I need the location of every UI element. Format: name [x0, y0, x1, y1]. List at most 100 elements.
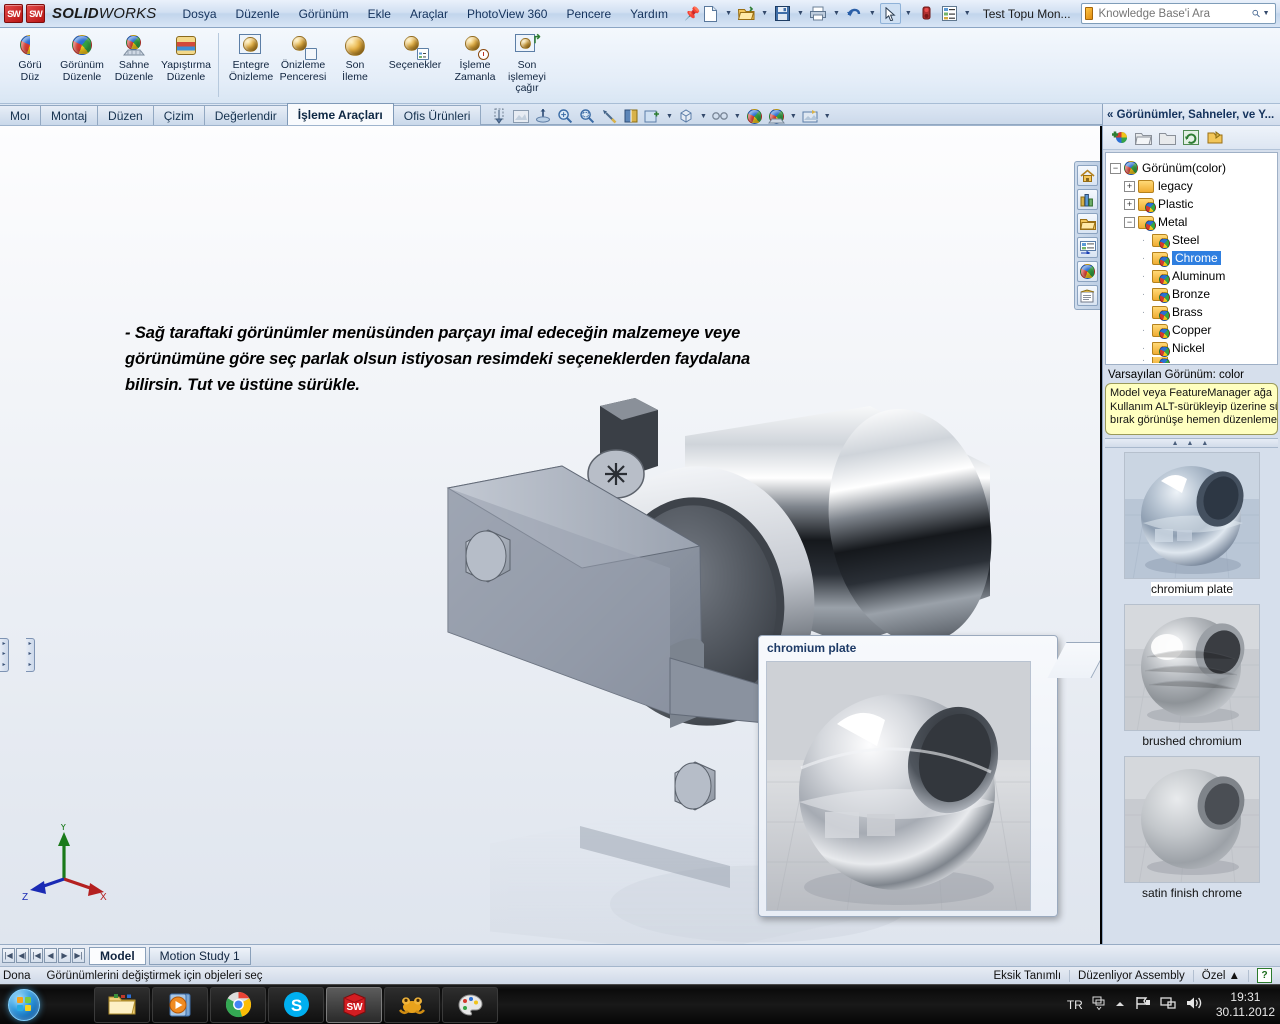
hide-show-icon[interactable]	[710, 106, 731, 126]
menu-araclar[interactable]: Araçlar	[401, 3, 457, 25]
next-folder-icon[interactable]	[1206, 129, 1224, 147]
tree-node-aluminum[interactable]: · Aluminum	[1110, 267, 1277, 285]
tab-ofis-urunleri[interactable]: Ofis Ürünleri	[392, 105, 482, 125]
search-input[interactable]	[1093, 7, 1253, 20]
refresh-icon[interactable]	[1182, 129, 1200, 147]
flyout-tab-2[interactable]: ▸ ▸ ▸	[26, 638, 35, 672]
network-icon[interactable]	[1160, 996, 1177, 1013]
section-view-icon[interactable]	[488, 106, 509, 126]
tree-node-partial[interactable]: ·	[1110, 357, 1277, 363]
nav-prev-button[interactable]: |◀	[30, 948, 43, 963]
paint-icon[interactable]	[442, 986, 498, 1023]
ribbon-edit-appearance-button[interactable]: Görü Düz	[4, 31, 56, 83]
save-icon[interactable]	[772, 3, 793, 24]
tab-duzen[interactable]: Düzen	[97, 105, 154, 125]
undo-caret[interactable]: ▼	[867, 10, 878, 17]
nav-last-button[interactable]: ▶|	[72, 948, 85, 963]
language-indicator[interactable]: TR	[1067, 998, 1083, 1012]
appearance-swatch-list[interactable]: chromium plate brushed chromium satin fi…	[1103, 450, 1280, 944]
print-caret[interactable]: ▼	[831, 10, 842, 17]
tree-node-chrome[interactable]: · Chrome	[1110, 249, 1277, 267]
search-caret[interactable]: ▼	[1261, 10, 1272, 17]
file-explorer-icon[interactable]	[1077, 213, 1098, 234]
tab-degerlendir[interactable]: Değerlendir	[203, 105, 288, 125]
display-style-caret[interactable]: ▼	[698, 113, 709, 120]
previous-view-icon[interactable]	[598, 106, 619, 126]
media-player-icon[interactable]	[152, 986, 208, 1023]
ribbon-schedule-render-button[interactable]: İşleme Zamanla	[449, 31, 501, 83]
apply-scene-icon[interactable]	[800, 106, 821, 126]
tab-montaj[interactable]: Montaj	[40, 105, 99, 125]
action-center-flag-icon[interactable]	[1135, 996, 1151, 1013]
open-folder-icon[interactable]	[1134, 129, 1152, 147]
tree-expander[interactable]: −	[1110, 162, 1121, 174]
zoom-to-fit-icon[interactable]	[576, 106, 597, 126]
menu-pencere[interactable]: Pencere	[557, 3, 620, 25]
open-document-icon[interactable]	[736, 3, 757, 24]
hide-show-caret[interactable]: ▼	[732, 113, 743, 120]
ribbon-render-options-button[interactable]: Seçenekler	[381, 31, 449, 72]
rebuild-icon[interactable]	[916, 3, 937, 24]
menu-duzenle[interactable]: Düzenle	[227, 3, 289, 25]
windows-explorer-icon[interactable]	[94, 986, 150, 1023]
show-hidden-icons-icon[interactable]	[1114, 998, 1126, 1012]
ribbon-edit-decal-button[interactable]: Yapıştırma Düzenle	[160, 31, 212, 83]
select-caret[interactable]: ▼	[903, 10, 914, 17]
appearances-ball-icon[interactable]	[744, 106, 765, 126]
menu-photoview360[interactable]: PhotoView 360	[458, 3, 557, 25]
close-folder-icon[interactable]	[1158, 129, 1176, 147]
display-style-icon[interactable]	[510, 106, 531, 126]
section-cut-icon[interactable]	[620, 106, 641, 126]
feature-manager-flyout-left[interactable]: ▸ ▸ ▸	[0, 638, 9, 672]
volume-icon[interactable]	[1186, 996, 1203, 1013]
undo-icon[interactable]	[844, 3, 865, 24]
swatch-chromium-plate[interactable]: chromium plate	[1103, 452, 1280, 596]
new-appearance-icon[interactable]	[1110, 129, 1128, 147]
open-document-caret[interactable]: ▼	[759, 10, 770, 17]
options-caret[interactable]: ▼	[962, 10, 973, 17]
status-custom-units[interactable]: Özel ▲	[1194, 969, 1249, 982]
knowledge-base-search[interactable]: ▼	[1080, 3, 1276, 24]
solidworks-icon[interactable]: SW	[326, 986, 382, 1023]
view-settings-caret[interactable]: ▼	[664, 113, 675, 120]
print-icon[interactable]	[808, 3, 829, 24]
ribbon-integrated-preview-button[interactable]: Entegre Önizleme	[225, 31, 277, 83]
tree-node-copper[interactable]: · Copper	[1110, 321, 1277, 339]
tree-node-steel[interactable]: · Steel	[1110, 231, 1277, 249]
ribbon-edit-scene-button[interactable]: Sahne Düzenle	[108, 31, 160, 83]
appearances-scenes-icon[interactable]	[1077, 261, 1098, 282]
select-cursor-icon[interactable]	[879, 3, 901, 24]
design-library-home-icon[interactable]	[1077, 165, 1098, 186]
help-question-icon[interactable]: ?	[1257, 968, 1272, 983]
tree-node-brass[interactable]: · Brass	[1110, 303, 1277, 321]
nav-back-button[interactable]: ◀	[44, 948, 57, 963]
scene-icon[interactable]	[766, 106, 787, 126]
tree-node-metal[interactable]: − Metal	[1110, 213, 1277, 231]
menu-ekle[interactable]: Ekle	[359, 3, 400, 25]
tree-expander[interactable]: +	[1124, 180, 1135, 192]
apply-scene-caret[interactable]: ▼	[822, 113, 833, 120]
start-orb-icon[interactable]	[2, 987, 46, 1023]
ribbon-final-render-button[interactable]: Son İleme	[329, 31, 381, 83]
tab-motion-study-1[interactable]: Motion Study 1	[148, 946, 251, 965]
menu-yardim[interactable]: Yardım	[621, 3, 677, 25]
clock[interactable]: 19:31 30.11.2012	[1212, 990, 1275, 1020]
tree-node-plastic[interactable]: + Plastic	[1110, 195, 1277, 213]
view-orientation-icon[interactable]	[532, 106, 553, 126]
ribbon-preview-window-button[interactable]: Önizleme Penceresi	[277, 31, 329, 83]
scene-caret[interactable]: ▼	[788, 113, 799, 120]
google-chrome-icon[interactable]	[210, 986, 266, 1023]
tree-expander[interactable]: +	[1124, 198, 1135, 210]
ribbon-edit-view-button[interactable]: Görünüm Düzenle	[56, 31, 108, 83]
design-library-icon[interactable]	[1077, 189, 1098, 210]
tree-expander[interactable]: −	[1124, 216, 1135, 228]
nav-forward-button[interactable]: ▶	[58, 948, 71, 963]
zoom-to-area-icon[interactable]	[554, 106, 575, 126]
options-icon[interactable]	[939, 3, 960, 24]
tree-node-gorunum-color[interactable]: − Görünüm(color)	[1110, 159, 1277, 177]
view-palette-icon[interactable]	[1077, 237, 1098, 258]
nav-prev-group-button[interactable]: ◀|	[16, 948, 29, 963]
tab-moi[interactable]: Moı	[0, 105, 42, 125]
new-document-caret[interactable]: ▼	[723, 10, 734, 17]
ribbon-recall-render-button[interactable]: ↱ Son işlemeyi çağır	[501, 31, 553, 95]
